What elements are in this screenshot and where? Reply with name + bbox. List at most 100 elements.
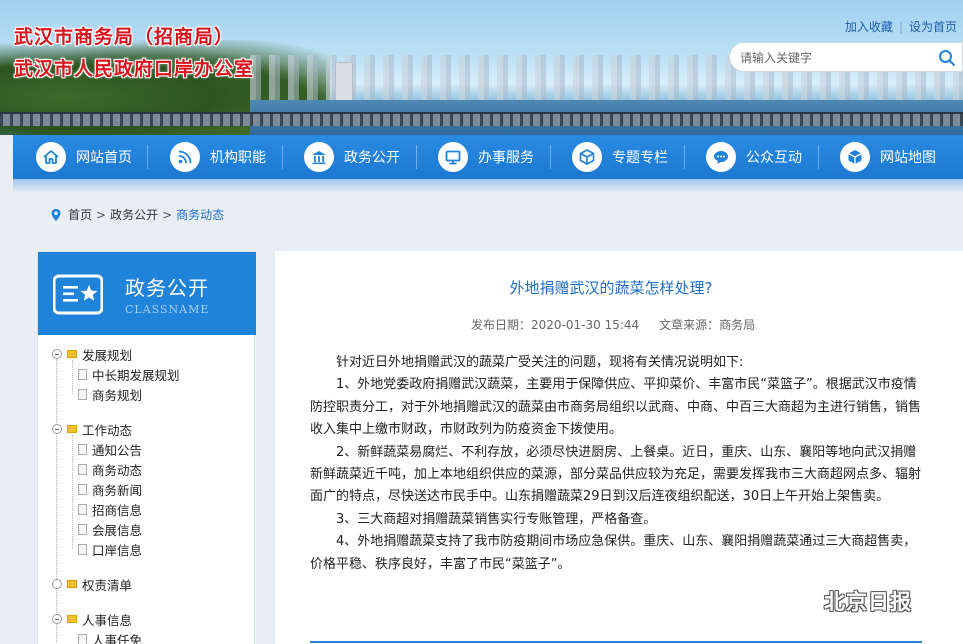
- government-building-icon: [304, 142, 334, 172]
- folder-icon: [67, 350, 77, 358]
- breadcrumb-current[interactable]: 商务动态: [176, 206, 224, 223]
- document-icon: [78, 503, 87, 515]
- tree-item-business-news[interactable]: 商务新闻: [78, 480, 142, 498]
- top-links: 加入收藏 | 设为首页: [845, 18, 957, 35]
- tree-label: 发展规划: [82, 347, 133, 363]
- tree-label: 会展信息: [92, 522, 143, 538]
- add-favorite-link[interactable]: 加入收藏: [845, 20, 893, 34]
- nav-label: 专题专栏: [612, 150, 668, 166]
- document-icon: [78, 483, 87, 495]
- tree-label: 工作动态: [82, 422, 133, 438]
- article-source: 文章来源：商务局: [659, 318, 756, 332]
- search-input[interactable]: [740, 49, 930, 67]
- document-icon: [78, 388, 87, 400]
- breadcrumb-separator: >: [162, 207, 173, 222]
- article-paragraph: 2、新鲜蔬菜易腐烂、不利存放，必须尽快进厨房、上餐桌。近日，重庆、山东、襄阳等地…: [310, 444, 922, 505]
- document-icon: [78, 443, 87, 455]
- document-icon: [78, 633, 87, 644]
- article-title: 外地捐赠武汉的蔬菜怎样处理?: [509, 279, 713, 297]
- folder-icon: [67, 580, 77, 588]
- cube-icon: [572, 142, 602, 172]
- site-title-line2: 武汉市人民政府口岸办公室: [14, 58, 255, 80]
- tree-item-investment-info[interactable]: 招商信息: [78, 500, 142, 518]
- nav-label: 政务公开: [344, 150, 400, 166]
- rss-icon: [170, 142, 200, 172]
- tree-item-personnel-info[interactable]: 人事信息: [52, 610, 132, 628]
- article-paragraph: 4、外地捐赠蔬菜支持了我市防疫期间市场应急保供。重庆、山东、襄阳捐赠蔬菜通过三大…: [310, 534, 917, 572]
- collapse-toggle-icon[interactable]: [52, 349, 62, 359]
- article-meta: 发布日期：2020-01-30 15:44 文章来源：商务局: [471, 316, 755, 333]
- folder-icon: [67, 615, 77, 623]
- id-card-icon: [53, 274, 103, 315]
- nav-item-services[interactable]: 办事服务: [417, 135, 551, 179]
- search-icon[interactable]: [938, 49, 956, 67]
- publish-date: 发布日期：2020-01-30 15:44: [471, 318, 640, 332]
- nav-item-gov-affairs[interactable]: 政务公开: [283, 135, 417, 179]
- article-body: 针对近日外地捐赠武汉的蔬菜广受关注的问题，现将有关情况说明如下: 1、外地党委政…: [310, 352, 922, 576]
- nav-item-home[interactable]: 网站首页: [13, 135, 148, 179]
- tree-label: 商务动态: [92, 462, 143, 478]
- tree-item-dev-planning[interactable]: 发展规划: [52, 345, 132, 363]
- tree-item-work-news[interactable]: 工作动态: [52, 420, 132, 438]
- watermark: 北京日报: [790, 586, 912, 616]
- tree-item-exhibition-info[interactable]: 会展信息: [78, 520, 142, 538]
- search-box: [729, 42, 963, 72]
- nav-item-sitemap[interactable]: 网站地图: [819, 135, 963, 179]
- set-homepage-link[interactable]: 设为首页: [909, 20, 957, 34]
- tree-label: 权责清单: [82, 577, 133, 593]
- tree-label: 通知公告: [92, 442, 143, 458]
- sidebar-subtitle: CLASSNAME: [125, 303, 210, 316]
- tree-item-commerce-news[interactable]: 商务动态: [78, 460, 142, 478]
- home-icon: [36, 142, 66, 172]
- nav-label: 办事服务: [478, 150, 534, 166]
- tree-label: 商务规划: [92, 387, 143, 403]
- tree-item-notices[interactable]: 通知公告: [78, 440, 142, 458]
- folder-icon: [67, 425, 77, 433]
- nav-label: 公众互动: [746, 150, 802, 166]
- tree-label: 人事信息: [82, 612, 133, 628]
- tree-label: 商务新闻: [92, 482, 143, 498]
- wechat-icon: [791, 589, 818, 612]
- site-title-line1: 武汉市商务局（招商局）: [14, 26, 235, 48]
- article-bottom-rule: [310, 641, 922, 643]
- main-nav: 网站首页 机构职能 政务公开 办事服务 专题专栏 公众互动 网站地图: [13, 135, 963, 179]
- tree-label: 中长期发展规划: [92, 367, 180, 383]
- nav-label: 机构职能: [210, 150, 266, 166]
- tree-guide: [72, 435, 73, 549]
- sidebar: 政务公开 CLASSNAME 发展规划 中长期发展规划 商务规划 工作动态 通知…: [37, 251, 256, 644]
- nav-shadow: [13, 179, 963, 193]
- nav-item-functions[interactable]: 机构职能: [148, 135, 283, 179]
- breadcrumb: 首页 > 政务公开 > 商务动态: [50, 206, 224, 223]
- chat-bubble-icon: [706, 142, 736, 172]
- monitor-icon: [438, 142, 468, 172]
- document-icon: [78, 463, 87, 475]
- tree-guide: [72, 360, 73, 394]
- nav-label: 网站首页: [76, 150, 132, 166]
- tree-item-power-list[interactable]: 权责清单: [52, 575, 132, 593]
- article-paragraph: 针对近日外地捐赠武汉的蔬菜广受关注的问题，现将有关情况说明如下:: [336, 355, 744, 370]
- collapse-toggle-icon[interactable]: [52, 424, 62, 434]
- tree-label: 人事任免: [92, 632, 143, 644]
- top-links-separator: |: [898, 20, 903, 34]
- breadcrumb-home[interactable]: 首页: [68, 206, 92, 223]
- tree-item-commerce-planning[interactable]: 商务规划: [78, 385, 142, 403]
- document-icon: [78, 543, 87, 555]
- tree-guide: [56, 359, 57, 644]
- breadcrumb-separator: >: [96, 207, 107, 222]
- tree-item-appointments[interactable]: 人事任免: [78, 630, 142, 644]
- sidebar-header: 政务公开 CLASSNAME: [38, 252, 256, 335]
- tree-label: 口岸信息: [92, 542, 143, 558]
- tree-item-long-term-planning[interactable]: 中长期发展规划: [78, 365, 180, 383]
- nav-item-interaction[interactable]: 公众互动: [685, 135, 819, 179]
- expand-toggle-icon[interactable]: [52, 579, 62, 589]
- box-icon: [840, 142, 870, 172]
- breadcrumb-gov-affairs[interactable]: 政务公开: [110, 206, 158, 223]
- nav-item-topics[interactable]: 专题专栏: [551, 135, 685, 179]
- tree-item-port-info[interactable]: 口岸信息: [78, 540, 142, 558]
- article-paragraph: 1、外地党委政府捐赠武汉蔬菜，主要用于保障供应、平抑菜价、丰富市民“菜篮子”。根…: [310, 377, 922, 438]
- tree-label: 招商信息: [92, 502, 143, 518]
- location-pin-icon: [51, 208, 61, 221]
- collapse-toggle-icon[interactable]: [52, 614, 62, 624]
- article-paragraph: 3、三大商超对捐赠蔬菜销售实行专账管理，严格备查。: [336, 511, 657, 527]
- watermark-text: 北京日报: [824, 590, 912, 614]
